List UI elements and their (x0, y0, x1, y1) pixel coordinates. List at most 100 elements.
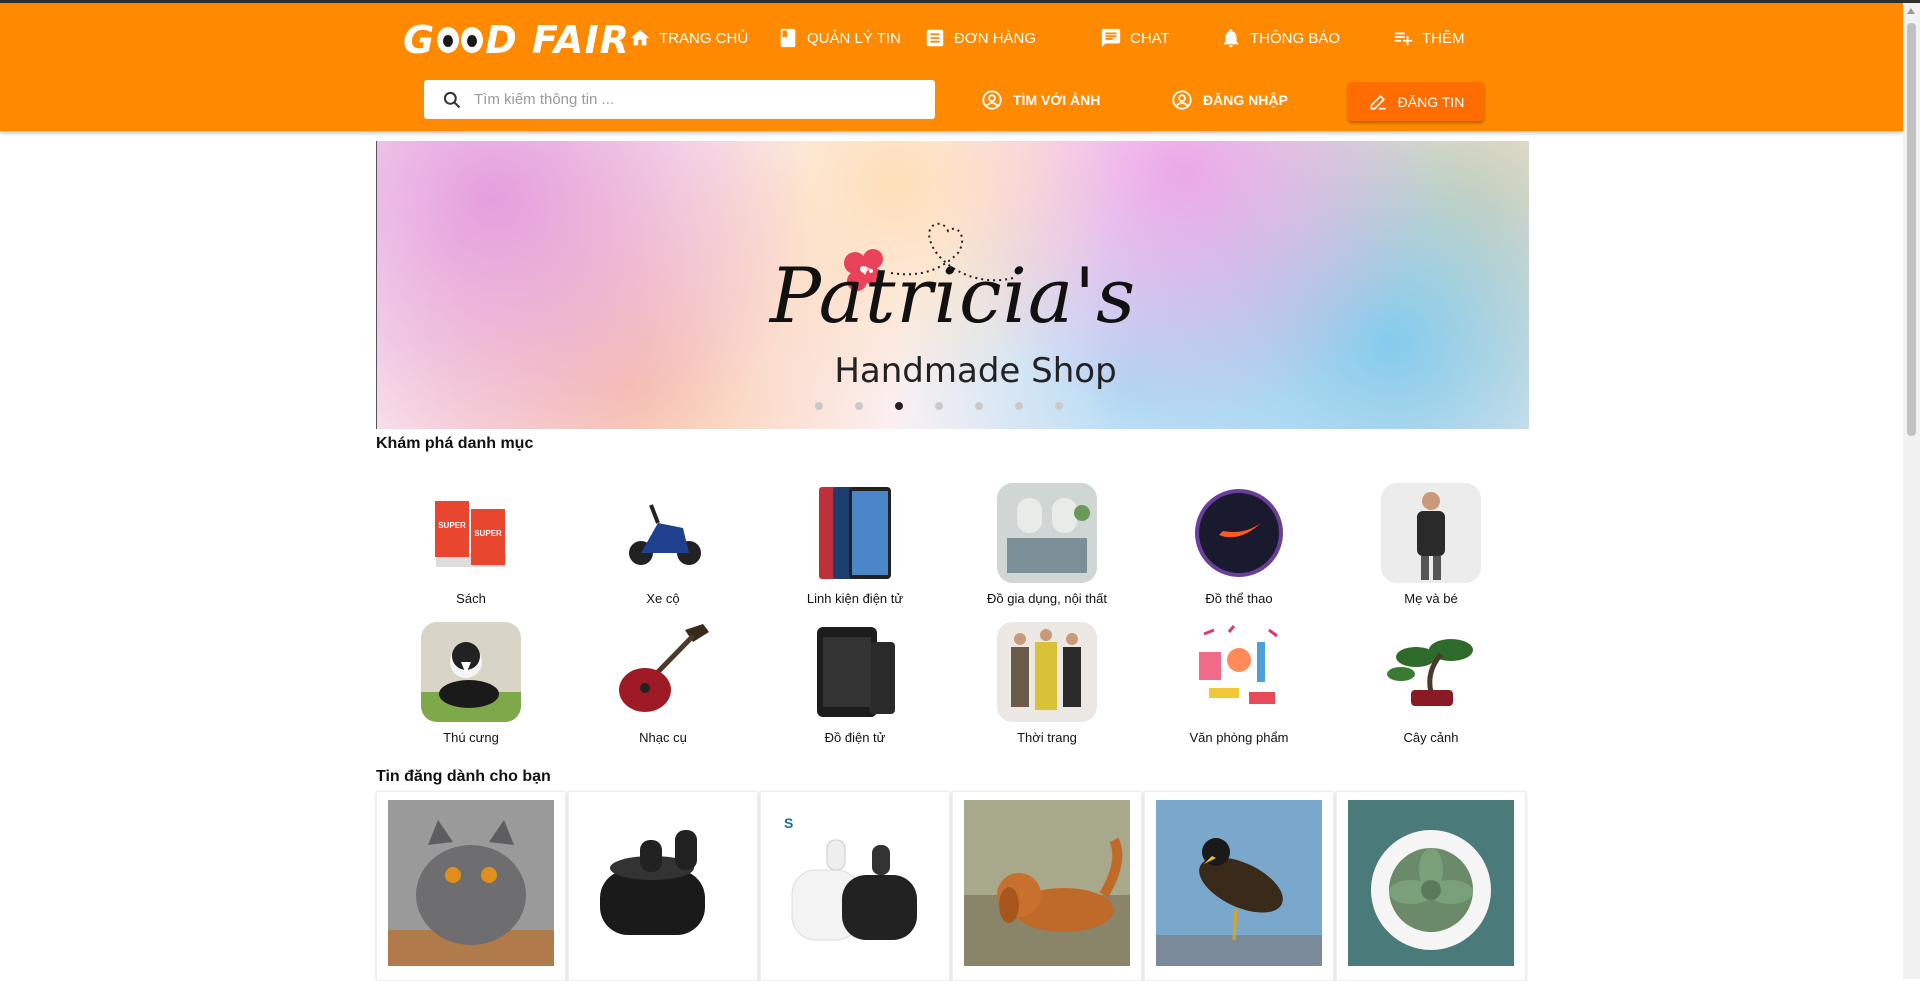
login-label: ĐĂNG NHẬP (1203, 92, 1288, 108)
carousel-dot[interactable] (935, 402, 943, 410)
dog-icon (421, 622, 521, 722)
site-header: G D FAIR TRANG CHỦ QUẢN LÝ TIN ĐƠN HÀNG … (0, 3, 1903, 131)
playlist-add-icon (1394, 32, 1413, 46)
listing-card[interactable] (1336, 791, 1526, 981)
receipt-icon (926, 29, 944, 47)
category-label: Linh kiện điện tử (806, 591, 904, 606)
category-mother-baby[interactable]: Mẹ và bé (1356, 483, 1506, 606)
listing-card[interactable] (376, 791, 566, 981)
home-icon (630, 29, 650, 46)
category-label: Thời trang (1017, 730, 1077, 745)
category-label: Văn phòng phẩm (1189, 730, 1289, 745)
carousel-dots (815, 402, 1063, 410)
listing-grid: S (376, 791, 1528, 981)
image-search-button[interactable]: TÌM VỚI ẢNH (981, 87, 1100, 113)
motorbike-icon (613, 483, 713, 583)
logo-eyes-icon (437, 27, 484, 53)
nav-manage-posts-label: QUẢN LÝ TIN (807, 29, 901, 47)
category-books[interactable]: SUPER SUPER Sách (396, 483, 546, 606)
category-label: Đồ thể thao (1205, 591, 1273, 606)
books-icon: SUPER SUPER (421, 483, 521, 583)
category-instruments[interactable]: Nhạc cụ (588, 622, 738, 745)
logo-word: D FAIR (485, 18, 630, 62)
nav-home-label: TRANG CHỦ (659, 29, 749, 47)
logo[interactable]: G D FAIR (403, 17, 630, 63)
chat-icon (1101, 28, 1121, 48)
search-input[interactable] (472, 90, 916, 109)
category-label: Nhạc cụ (639, 730, 687, 745)
listing-card[interactable] (1144, 791, 1334, 981)
category-sports[interactable]: Đồ thể thao (1164, 483, 1314, 606)
category-pets[interactable]: Thú cưng (396, 622, 546, 745)
promo-banner[interactable]: Patricia's Handmade Shop (376, 141, 1529, 429)
category-electronic-parts[interactable]: Linh kiện điện tử (780, 483, 930, 606)
nav-manage-posts[interactable]: QUẢN LÝ TIN (777, 25, 901, 51)
fashion-icon (997, 622, 1097, 722)
svg-text:SUPER: SUPER (474, 529, 502, 538)
bonsai-icon (1381, 622, 1481, 722)
category-household[interactable]: Đồ gia dụng, nội thất (972, 483, 1122, 606)
login-button[interactable]: ĐĂNG NHẬP (1171, 87, 1288, 113)
vertical-scrollbar[interactable] (1903, 3, 1920, 979)
svg-text:S: S (784, 815, 793, 831)
category-fashion[interactable]: Thời trang (972, 622, 1122, 745)
edit-icon (1370, 94, 1386, 109)
svg-text:SUPER: SUPER (438, 521, 466, 530)
category-label: Thú cưng (443, 730, 499, 745)
categories-heading: Khám phá danh mục (376, 435, 534, 452)
carousel-dot[interactable] (815, 402, 823, 410)
puppy-photo-image (964, 800, 1130, 966)
carousel-dot[interactable] (855, 402, 863, 410)
bathroom-icon (997, 483, 1097, 583)
nav-chat[interactable]: CHAT (1100, 25, 1170, 51)
category-label: Đồ gia dụng, nội thất (987, 591, 1107, 606)
banner-subtitle: Handmade Shop (834, 351, 1117, 391)
cat-photo-image (388, 800, 554, 966)
carousel-dot[interactable] (1055, 402, 1063, 410)
category-label: Mẹ và bé (1404, 591, 1458, 606)
search-icon (443, 91, 461, 108)
category-stationery[interactable]: Văn phòng phẩm (1164, 622, 1314, 745)
scroll-thumb[interactable] (1907, 23, 1916, 436)
book-icon (780, 28, 796, 48)
nav-orders[interactable]: ĐƠN HÀNG (924, 25, 1036, 51)
guitar-icon (613, 622, 713, 722)
listing-card[interactable] (952, 791, 1142, 981)
stationery-icon (1189, 622, 1289, 722)
nav-more-label: THÊM (1422, 29, 1465, 47)
account-circle-icon (982, 90, 1002, 110)
category-label: Cây cảnh (1403, 730, 1459, 745)
category-plants[interactable]: Cây cảnh (1356, 622, 1506, 745)
listing-card[interactable] (568, 791, 758, 981)
search-bar (424, 80, 935, 119)
category-electronics[interactable]: Đồ điện tử (780, 622, 930, 745)
bell-icon (1223, 29, 1239, 48)
nav-home[interactable]: TRANG CHỦ (629, 25, 748, 51)
category-vehicles[interactable]: Xe cộ (588, 483, 738, 606)
image-search-label: TÌM VỚI ẢNH (1013, 92, 1101, 108)
scroll-up-arrow-icon[interactable] (1907, 8, 1915, 14)
category-label: Đồ điện tử (824, 730, 886, 745)
baby-carrier-icon (1381, 483, 1481, 583)
nav-notifications[interactable]: THÔNG BÁO (1220, 25, 1340, 51)
nav-notifications-label: THÔNG BÁO (1250, 29, 1341, 47)
nav-more[interactable]: THÊM (1392, 25, 1465, 51)
speaker-icon (805, 622, 905, 722)
succulent-photo-image (1348, 800, 1514, 966)
earbuds-black-image (580, 800, 746, 966)
carousel-dot[interactable] (1015, 402, 1023, 410)
earbuds-white-black-image: S (772, 800, 938, 966)
bird-photo-image (1156, 800, 1322, 966)
logo-letter: G (403, 18, 436, 62)
carousel-dot-active[interactable] (895, 402, 903, 410)
listings-heading: Tin đăng dành cho bạn (376, 768, 551, 785)
football-icon (1189, 483, 1289, 583)
nav-chat-label: CHAT (1130, 29, 1170, 47)
category-label: Xe cộ (646, 591, 680, 606)
banner-title: Patricia's (769, 251, 1137, 340)
nav-orders-label: ĐƠN HÀNG (954, 29, 1037, 47)
category-label: Sách (456, 591, 486, 606)
carousel-dot[interactable] (975, 402, 983, 410)
listing-card[interactable]: S (760, 791, 950, 981)
post-listing-button[interactable]: ĐĂNG TIN (1348, 82, 1484, 121)
